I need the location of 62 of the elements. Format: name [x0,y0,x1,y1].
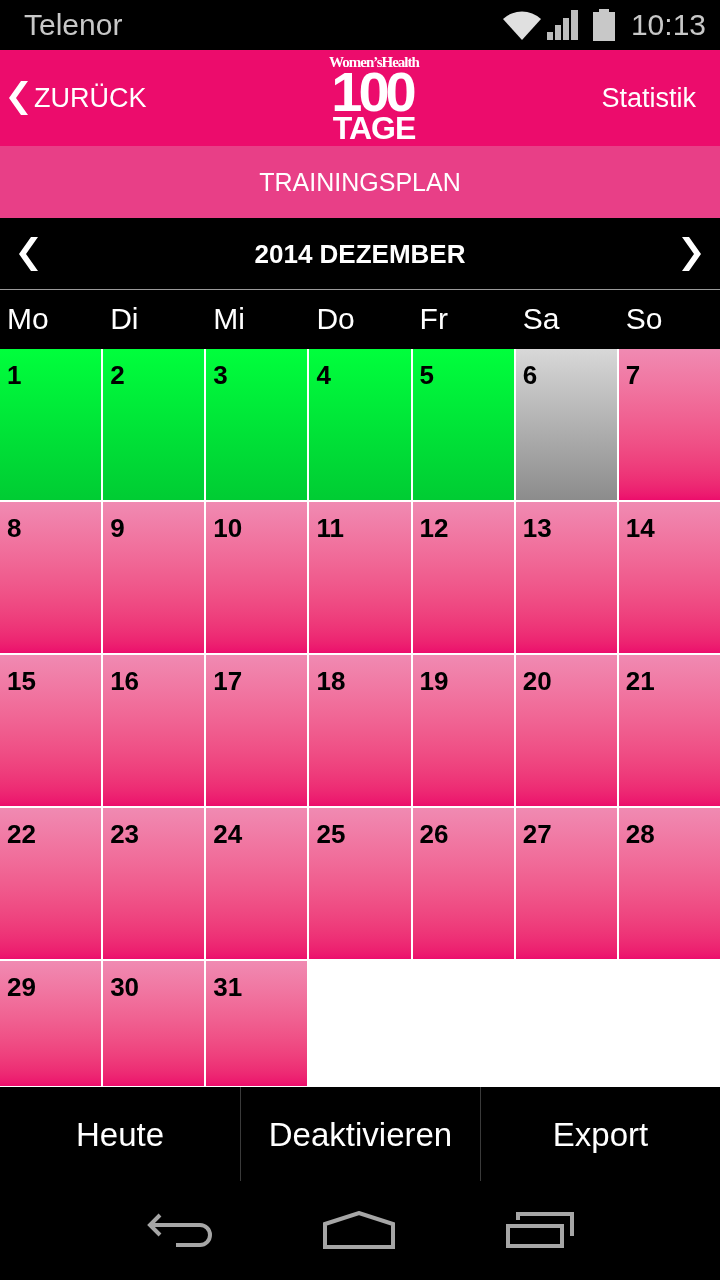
battery-icon [592,9,615,41]
home-icon [323,1210,395,1249]
calendar-day[interactable]: 16 [103,655,205,806]
calendar-day[interactable]: 12 [412,502,514,653]
chevron-left-icon [18,236,38,271]
signal-icon [546,10,579,40]
next-month-button[interactable] [682,236,702,271]
weekday-label: Mi [213,301,245,335]
calendar-day[interactable]: 15 [0,655,102,806]
calendar-day[interactable]: 26 [412,808,514,959]
logo-word: TAGE [332,114,416,142]
calendar-day[interactable]: 5 [412,349,514,500]
calendar-day[interactable]: 14 [618,502,720,653]
calendar-day[interactable]: 9 [103,502,205,653]
calendar-day[interactable]: 8 [0,502,102,653]
wifi-icon [502,10,541,40]
calendar-day[interactable]: 29 [0,961,102,1086]
back-button[interactable]: ZURÜCK [0,81,147,115]
calendar-day[interactable]: 6 [515,349,617,500]
calendar-day[interactable]: 31 [206,961,308,1086]
weekday-label: Do [316,301,355,335]
calendar-day[interactable]: 19 [412,655,514,806]
calendar-day[interactable]: 10 [206,502,308,653]
weekday-label: Sa [522,301,560,335]
recent-apps-button[interactable] [506,1211,575,1248]
logo-number: 100 [331,70,414,114]
recent-apps-icon [506,1211,575,1248]
calendar-day[interactable]: 17 [206,655,308,806]
calendar-day[interactable]: 25 [309,808,411,959]
calendar-day[interactable]: 2 [103,349,205,500]
calendar-day[interactable]: 24 [206,808,308,959]
calendar-day[interactable]: 23 [103,808,205,959]
previous-month-button[interactable] [18,236,38,271]
carrier-name: Telenor [24,10,123,40]
weekday-label: Di [110,301,139,335]
back-nav-button[interactable] [145,1211,212,1248]
toolbar-button[interactable]: Heute [0,1087,240,1181]
section-title: TRAININGSPLAN [259,169,461,195]
calendar-day[interactable]: 20 [515,655,617,806]
calendar-day[interactable]: 28 [618,808,720,959]
clock-time: 10:13 [630,10,706,40]
calendar-day[interactable]: 1 [0,349,102,500]
calendar-day[interactable]: 27 [515,808,617,959]
chevron-right-icon [682,236,702,271]
calendar-day[interactable]: 13 [515,502,617,653]
calendar-day[interactable]: 11 [309,502,411,653]
calendar-day[interactable]: 22 [0,808,102,959]
calendar-day[interactable]: 4 [309,349,411,500]
statistics-button[interactable]: Statistik [601,84,720,112]
calendar-day[interactable]: 7 [618,349,720,500]
month-title: 2014 DEZEMBER [254,240,466,267]
weekday-label: Fr [419,301,448,335]
logo-brand: Women’sHealth [329,54,419,70]
calendar-day[interactable]: 3 [206,349,308,500]
chevron-left-icon [8,81,28,115]
back-arrow-icon [145,1211,212,1248]
calendar-day[interactable]: 18 [309,655,411,806]
home-nav-button[interactable] [323,1210,395,1249]
weekday-label: So [625,301,663,335]
calendar-day[interactable]: 30 [103,961,205,1086]
weekday-label: Mo [7,301,49,335]
calendar-day[interactable]: 21 [618,655,720,806]
